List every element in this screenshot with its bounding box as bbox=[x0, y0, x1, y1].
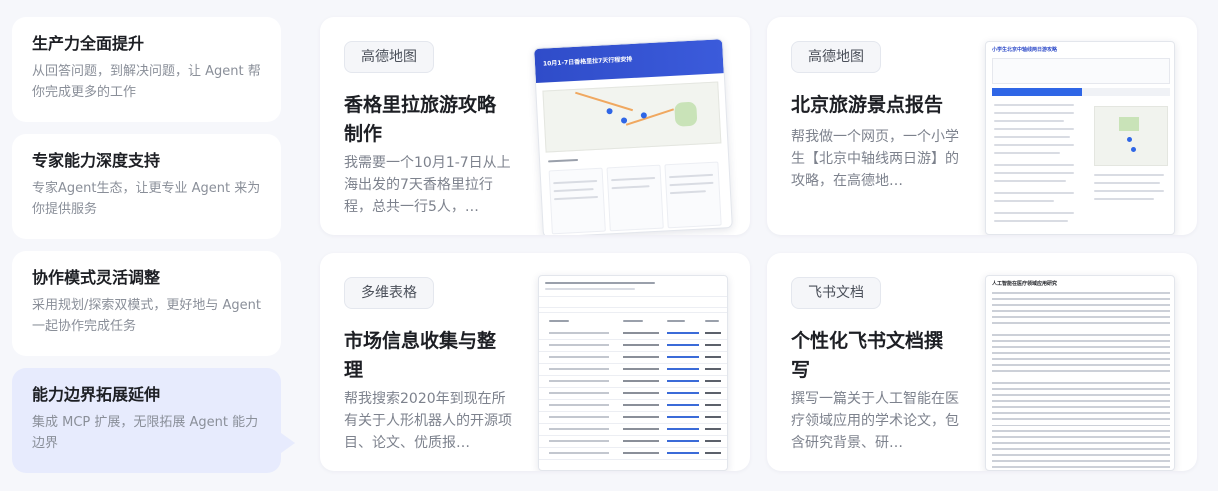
thumb-map bbox=[542, 81, 722, 153]
card-desc: 帮我搜索2020年到现在所有关于人形机器人的开源项目、论文、优质报… bbox=[344, 391, 512, 451]
card-thumbnail: 人工智能在医疗领域应用研究 bbox=[985, 275, 1175, 471]
feature-title: 专家能力深度支持 bbox=[32, 151, 161, 170]
active-pointer bbox=[281, 433, 295, 453]
thumb-header: 10月1-7日香格里拉7天行程安排 bbox=[534, 39, 724, 84]
card-title: 香格里拉旅游攻略制作 bbox=[344, 94, 497, 145]
card-tag: 高德地图 bbox=[791, 41, 881, 73]
case-card-shangrila[interactable]: 高德地图 香格里拉旅游攻略制作 我需要一个10月1-7日从上海出发的7天香格里拉… bbox=[320, 17, 750, 235]
feature-title: 生产力全面提升 bbox=[32, 34, 145, 53]
feature-item-productivity[interactable]: 生产力全面提升 从回答问题，到解决问题，让 Agent 帮你完成更多的工作 bbox=[12, 17, 281, 122]
feature-title: 能力边界拓展延伸 bbox=[32, 385, 161, 404]
card-title: 市场信息收集与整理 bbox=[344, 330, 497, 381]
card-tag: 多维表格 bbox=[344, 277, 434, 309]
thumb-title: 10月1-7日香格里拉7天行程安排 bbox=[542, 55, 633, 68]
card-tag: 飞书文档 bbox=[791, 277, 881, 309]
case-card-feishu-doc[interactable]: 飞书文档 个性化飞书文档撰写 撰写一篇关于人工智能在医疗领域应用的学术论文，包含… bbox=[767, 253, 1197, 471]
card-tag: 高德地图 bbox=[344, 41, 434, 73]
feature-desc: 从回答问题，到解决问题，让 Agent 帮你完成更多的工作 bbox=[32, 64, 261, 100]
card-thumbnail bbox=[538, 275, 728, 471]
feature-desc: 集成 MCP 扩展，无限拓展 Agent 能力边界 bbox=[32, 415, 259, 451]
card-desc: 撰写一篇关于人工智能在医疗领域应用的学术论文，包含研究背景、研… bbox=[791, 391, 959, 451]
case-card-beijing[interactable]: 高德地图 北京旅游景点报告 帮我做一个网页，一个小学生【北京中轴线两日游】的攻略… bbox=[767, 17, 1197, 235]
card-desc: 帮我做一个网页，一个小学生【北京中轴线两日游】的攻略，在高德地… bbox=[791, 129, 959, 189]
feature-desc: 采用规划/探索双模式，更好地与 Agent 一起协作完成任务 bbox=[32, 298, 261, 334]
card-title: 个性化飞书文档撰写 bbox=[791, 330, 944, 381]
card-thumbnail: 10月1-7日香格里拉7天行程安排 bbox=[533, 38, 733, 235]
card-title: 北京旅游景点报告 bbox=[791, 94, 944, 116]
feature-title: 协作模式灵活调整 bbox=[32, 268, 161, 287]
feature-desc: 专家Agent生态，让更专业 Agent 来为你提供服务 bbox=[32, 181, 261, 217]
card-desc: 我需要一个10月1-7日从上海出发的7天香格里拉行程，总共一行5人，… bbox=[344, 155, 511, 215]
feature-item-collaboration[interactable]: 协作模式灵活调整 采用规划/探索双模式，更好地与 Agent 一起协作完成任务 bbox=[12, 251, 281, 356]
thumb-title: 人工智能在医疗领域应用研究 bbox=[992, 281, 1058, 287]
feature-item-expert[interactable]: 专家能力深度支持 专家Agent生态，让更专业 Agent 来为你提供服务 bbox=[12, 134, 281, 239]
card-thumbnail: 小学生北京中轴线两日游攻略 bbox=[985, 41, 1175, 235]
case-card-market-research[interactable]: 多维表格 市场信息收集与整理 帮我搜索2020年到现在所有关于人形机器人的开源项… bbox=[320, 253, 750, 471]
feature-item-capability[interactable]: 能力边界拓展延伸 集成 MCP 扩展，无限拓展 Agent 能力边界 bbox=[12, 368, 281, 473]
thumb-title: 小学生北京中轴线两日游攻略 bbox=[992, 47, 1058, 53]
